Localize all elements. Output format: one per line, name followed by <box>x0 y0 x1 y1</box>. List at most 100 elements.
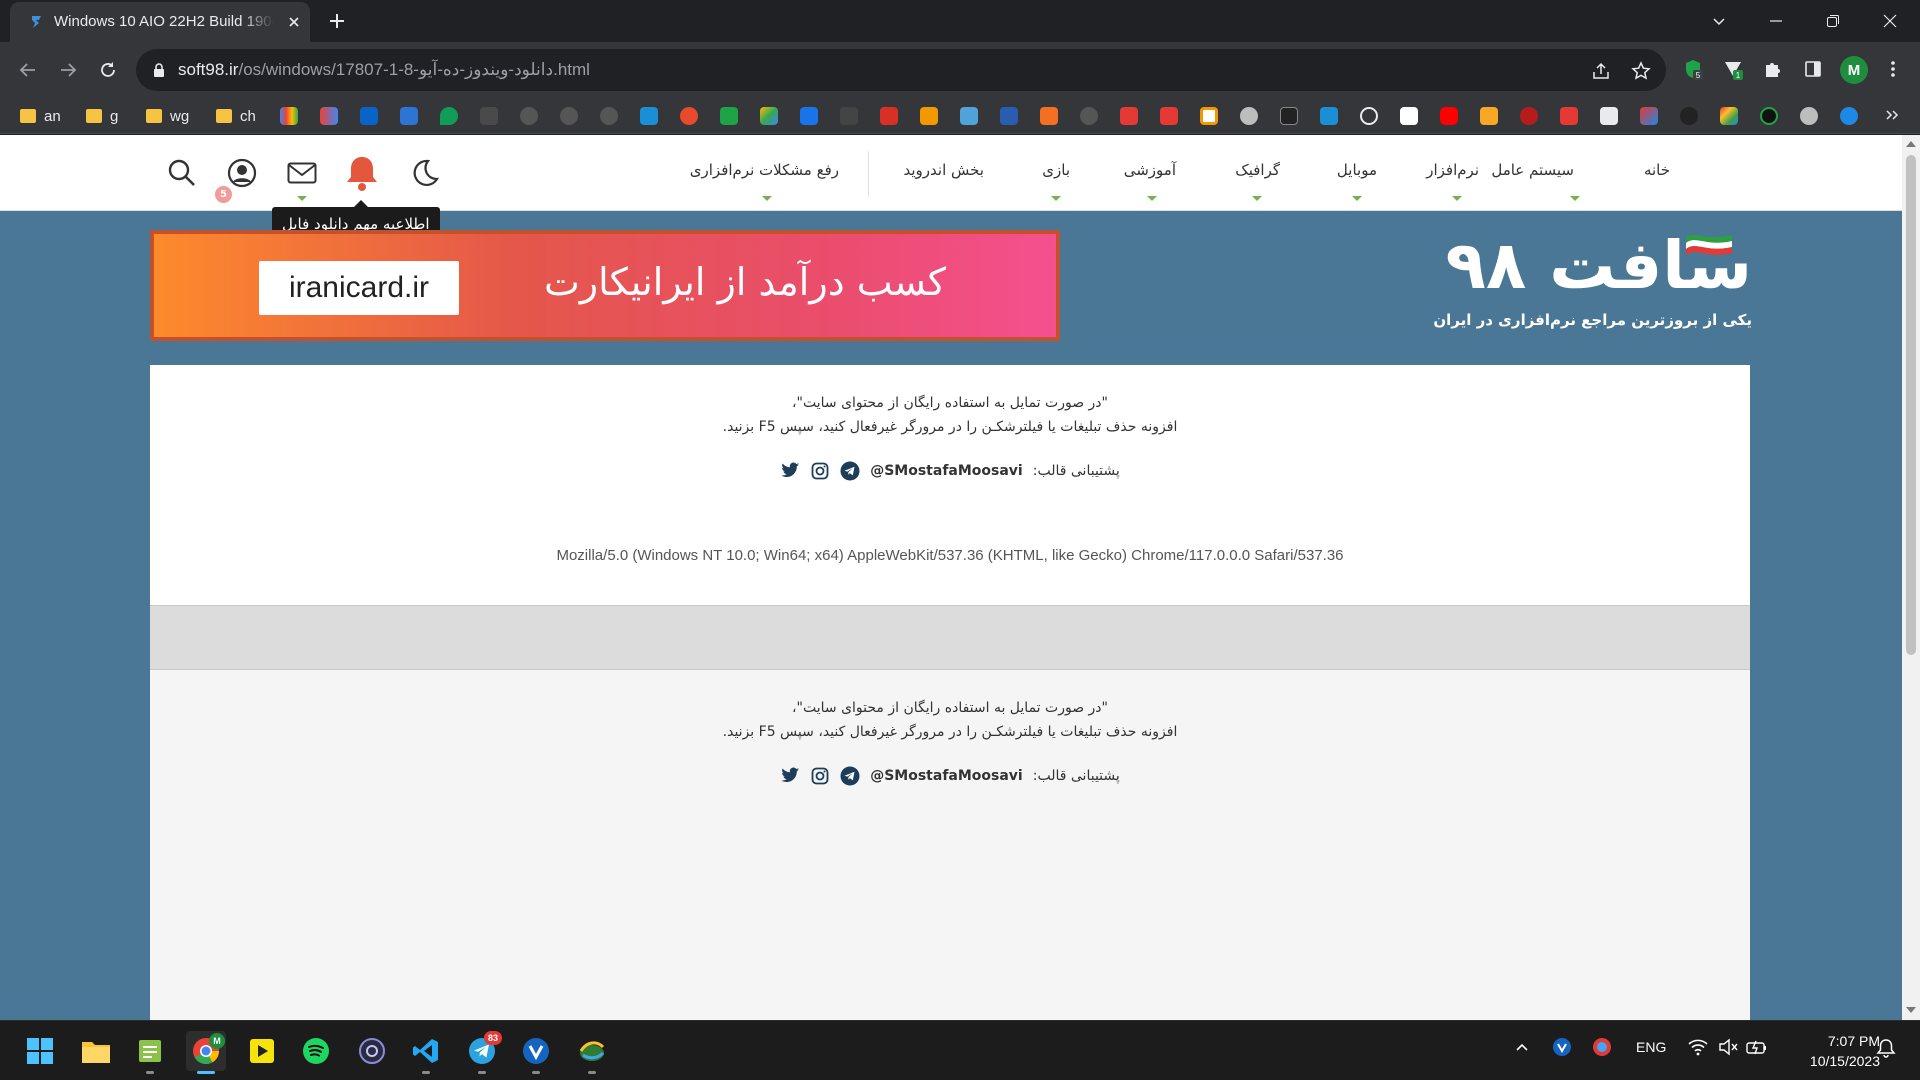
chrome-taskbar-icon[interactable]: M <box>186 1031 226 1074</box>
close-tab-icon[interactable] <box>286 14 302 30</box>
battery-charging-icon[interactable] <box>1746 1038 1768 1059</box>
support-handle[interactable]: @SMostafaMoosavi <box>870 768 1023 784</box>
app-bookmark-icon[interactable] <box>680 107 698 125</box>
spotify-icon[interactable] <box>296 1031 336 1071</box>
support-handle[interactable]: @SMostafaMoosavi <box>870 463 1023 479</box>
globe-bookmark-icon[interactable] <box>1840 107 1858 125</box>
scroll-down-icon[interactable] <box>1906 1007 1916 1013</box>
twitter-icon[interactable] <box>780 766 800 786</box>
file-explorer-icon[interactable] <box>76 1031 116 1071</box>
notification-center-icon[interactable] <box>1876 1038 1896 1061</box>
app-bookmark-icon[interactable] <box>1600 107 1618 125</box>
app-bookmark-icon[interactable] <box>1040 107 1058 125</box>
gmail-bookmark-icon[interactable] <box>280 107 298 125</box>
twitter-icon[interactable] <box>780 461 800 481</box>
app-bookmark-icon[interactable] <box>920 107 938 125</box>
app-bookmark-icon[interactable] <box>1560 107 1578 125</box>
menu-games[interactable]: بازی <box>1042 161 1070 179</box>
shield-bookmark-icon[interactable] <box>720 107 738 125</box>
app-bookmark-icon[interactable] <box>1680 107 1698 125</box>
download-manager-icon[interactable] <box>572 1031 612 1074</box>
close-window-icon[interactable] <box>1877 8 1903 34</box>
app-bookmark-icon[interactable] <box>480 107 498 125</box>
outlook-bookmark-icon[interactable] <box>360 107 378 125</box>
profile-avatar[interactable]: M <box>1840 56 1868 84</box>
app-bookmark-icon[interactable] <box>1520 107 1538 125</box>
app-ring-icon[interactable] <box>352 1031 392 1071</box>
app-bookmark-icon[interactable] <box>1200 107 1218 125</box>
chrome-menu-icon[interactable] <box>1880 56 1906 82</box>
app-bookmark-icon[interactable] <box>1360 107 1378 125</box>
back-icon[interactable] <box>14 56 42 84</box>
app-bookmark-icon[interactable] <box>640 107 658 125</box>
app-bookmark-icon[interactable] <box>1320 107 1338 125</box>
globe-bookmark-icon[interactable] <box>1800 107 1818 125</box>
bookmark-flag-icon[interactable] <box>1120 107 1138 125</box>
scroll-thumb[interactable] <box>1906 155 1916 655</box>
side-panel-icon[interactable] <box>1800 56 1826 82</box>
instagram-icon[interactable] <box>810 766 830 786</box>
menu-home[interactable]: خانه <box>1644 161 1670 179</box>
telegram-icon[interactable] <box>840 766 860 786</box>
app-bookmark-icon[interactable] <box>1400 107 1418 125</box>
menu-os[interactable]: سیستم عامل <box>1491 161 1574 179</box>
extensions-puzzle-icon[interactable] <box>1760 56 1786 82</box>
media-player-icon[interactable] <box>242 1031 282 1071</box>
menu-mobile[interactable]: موبایل <box>1337 161 1377 179</box>
browser-tab[interactable]: Windows 10 AIO 22H2 Build 19045 <box>10 2 310 42</box>
youtube-bookmark-icon[interactable] <box>1440 107 1458 125</box>
cloud-bookmark-icon[interactable] <box>960 107 978 125</box>
lock-icon[interactable] <box>152 62 166 78</box>
windows-start-icon[interactable] <box>20 1031 60 1071</box>
app-bookmark-icon[interactable] <box>800 107 818 125</box>
wifi-icon[interactable] <box>1688 1038 1708 1059</box>
bookmark-folder-ch[interactable]: ch <box>216 105 256 127</box>
forward-icon[interactable] <box>54 56 82 84</box>
app-bookmark-icon[interactable] <box>520 107 538 125</box>
menu-troubleshooting[interactable]: رفع مشکلات نرم‌افزاری <box>690 161 839 179</box>
vscode-icon[interactable] <box>406 1031 446 1074</box>
tab-search-icon[interactable] <box>1706 8 1732 34</box>
shield-extension-icon[interactable]: 5 <box>1680 56 1706 82</box>
dark-mode-moon-icon[interactable] <box>404 153 444 193</box>
vpn-tray-icon[interactable] <box>1552 1037 1572 1060</box>
scroll-up-icon[interactable] <box>1906 141 1916 147</box>
app-bookmark-icon[interactable] <box>1000 107 1018 125</box>
new-tab-icon[interactable] <box>326 10 348 32</box>
share-icon[interactable] <box>1590 60 1612 82</box>
app-bookmark-icon[interactable] <box>400 107 418 125</box>
bookmark-star-icon[interactable] <box>1630 60 1652 82</box>
notification-bell-icon[interactable] <box>342 153 382 193</box>
menu-graphics[interactable]: گرافیک <box>1235 161 1280 179</box>
telegram-taskbar-icon[interactable]: 83 <box>462 1031 502 1074</box>
globe-bookmark-icon[interactable] <box>1240 107 1258 125</box>
app-bookmark-icon[interactable] <box>1720 107 1738 125</box>
minimize-icon[interactable] <box>1763 8 1789 34</box>
bookmark-folder-g[interactable]: g <box>86 105 118 127</box>
menu-android[interactable]: بخش اندروید <box>903 161 984 179</box>
app-bookmark-icon[interactable] <box>1760 107 1778 125</box>
more-bookmarks-icon[interactable] <box>1884 107 1902 125</box>
app-bookmark-icon[interactable] <box>1080 107 1098 125</box>
app-bookmark-icon[interactable] <box>440 107 458 125</box>
notepad-app-icon[interactable] <box>130 1031 170 1074</box>
app-bookmark-icon[interactable] <box>1480 107 1498 125</box>
app-bookmark-icon[interactable] <box>1280 107 1298 125</box>
gmail-bookmark-icon[interactable] <box>320 107 338 125</box>
clock[interactable]: 7:07 PM 10/15/2023 <box>1770 1031 1880 1071</box>
app-bookmark-icon[interactable] <box>880 107 898 125</box>
app-bookmark-icon[interactable] <box>840 107 858 125</box>
app-tray-icon[interactable] <box>1592 1037 1612 1060</box>
reload-icon[interactable] <box>94 56 122 84</box>
menu-software[interactable]: نرم‌افزار <box>1426 161 1479 179</box>
menu-tutorials[interactable]: آموزشی <box>1124 161 1176 179</box>
instagram-icon[interactable] <box>810 461 830 481</box>
address-bar[interactable]: soft98.ir/os/windows/17807-1-8-دانلود-وی… <box>136 49 1666 91</box>
app-bookmark-icon[interactable] <box>1640 107 1658 125</box>
site-logo[interactable]: سافت ۹۸ یکی از بروزترین مراجع نرم‌افزاری… <box>1433 227 1753 337</box>
drive-bookmark-icon[interactable] <box>760 107 778 125</box>
bookmark-folder-an[interactable]: an <box>20 105 61 127</box>
url-text[interactable]: soft98.ir/os/windows/17807-1-8-دانلود-وی… <box>178 60 590 80</box>
vpn-extension-icon[interactable]: 1 <box>1720 56 1746 82</box>
restore-icon[interactable] <box>1820 8 1846 34</box>
